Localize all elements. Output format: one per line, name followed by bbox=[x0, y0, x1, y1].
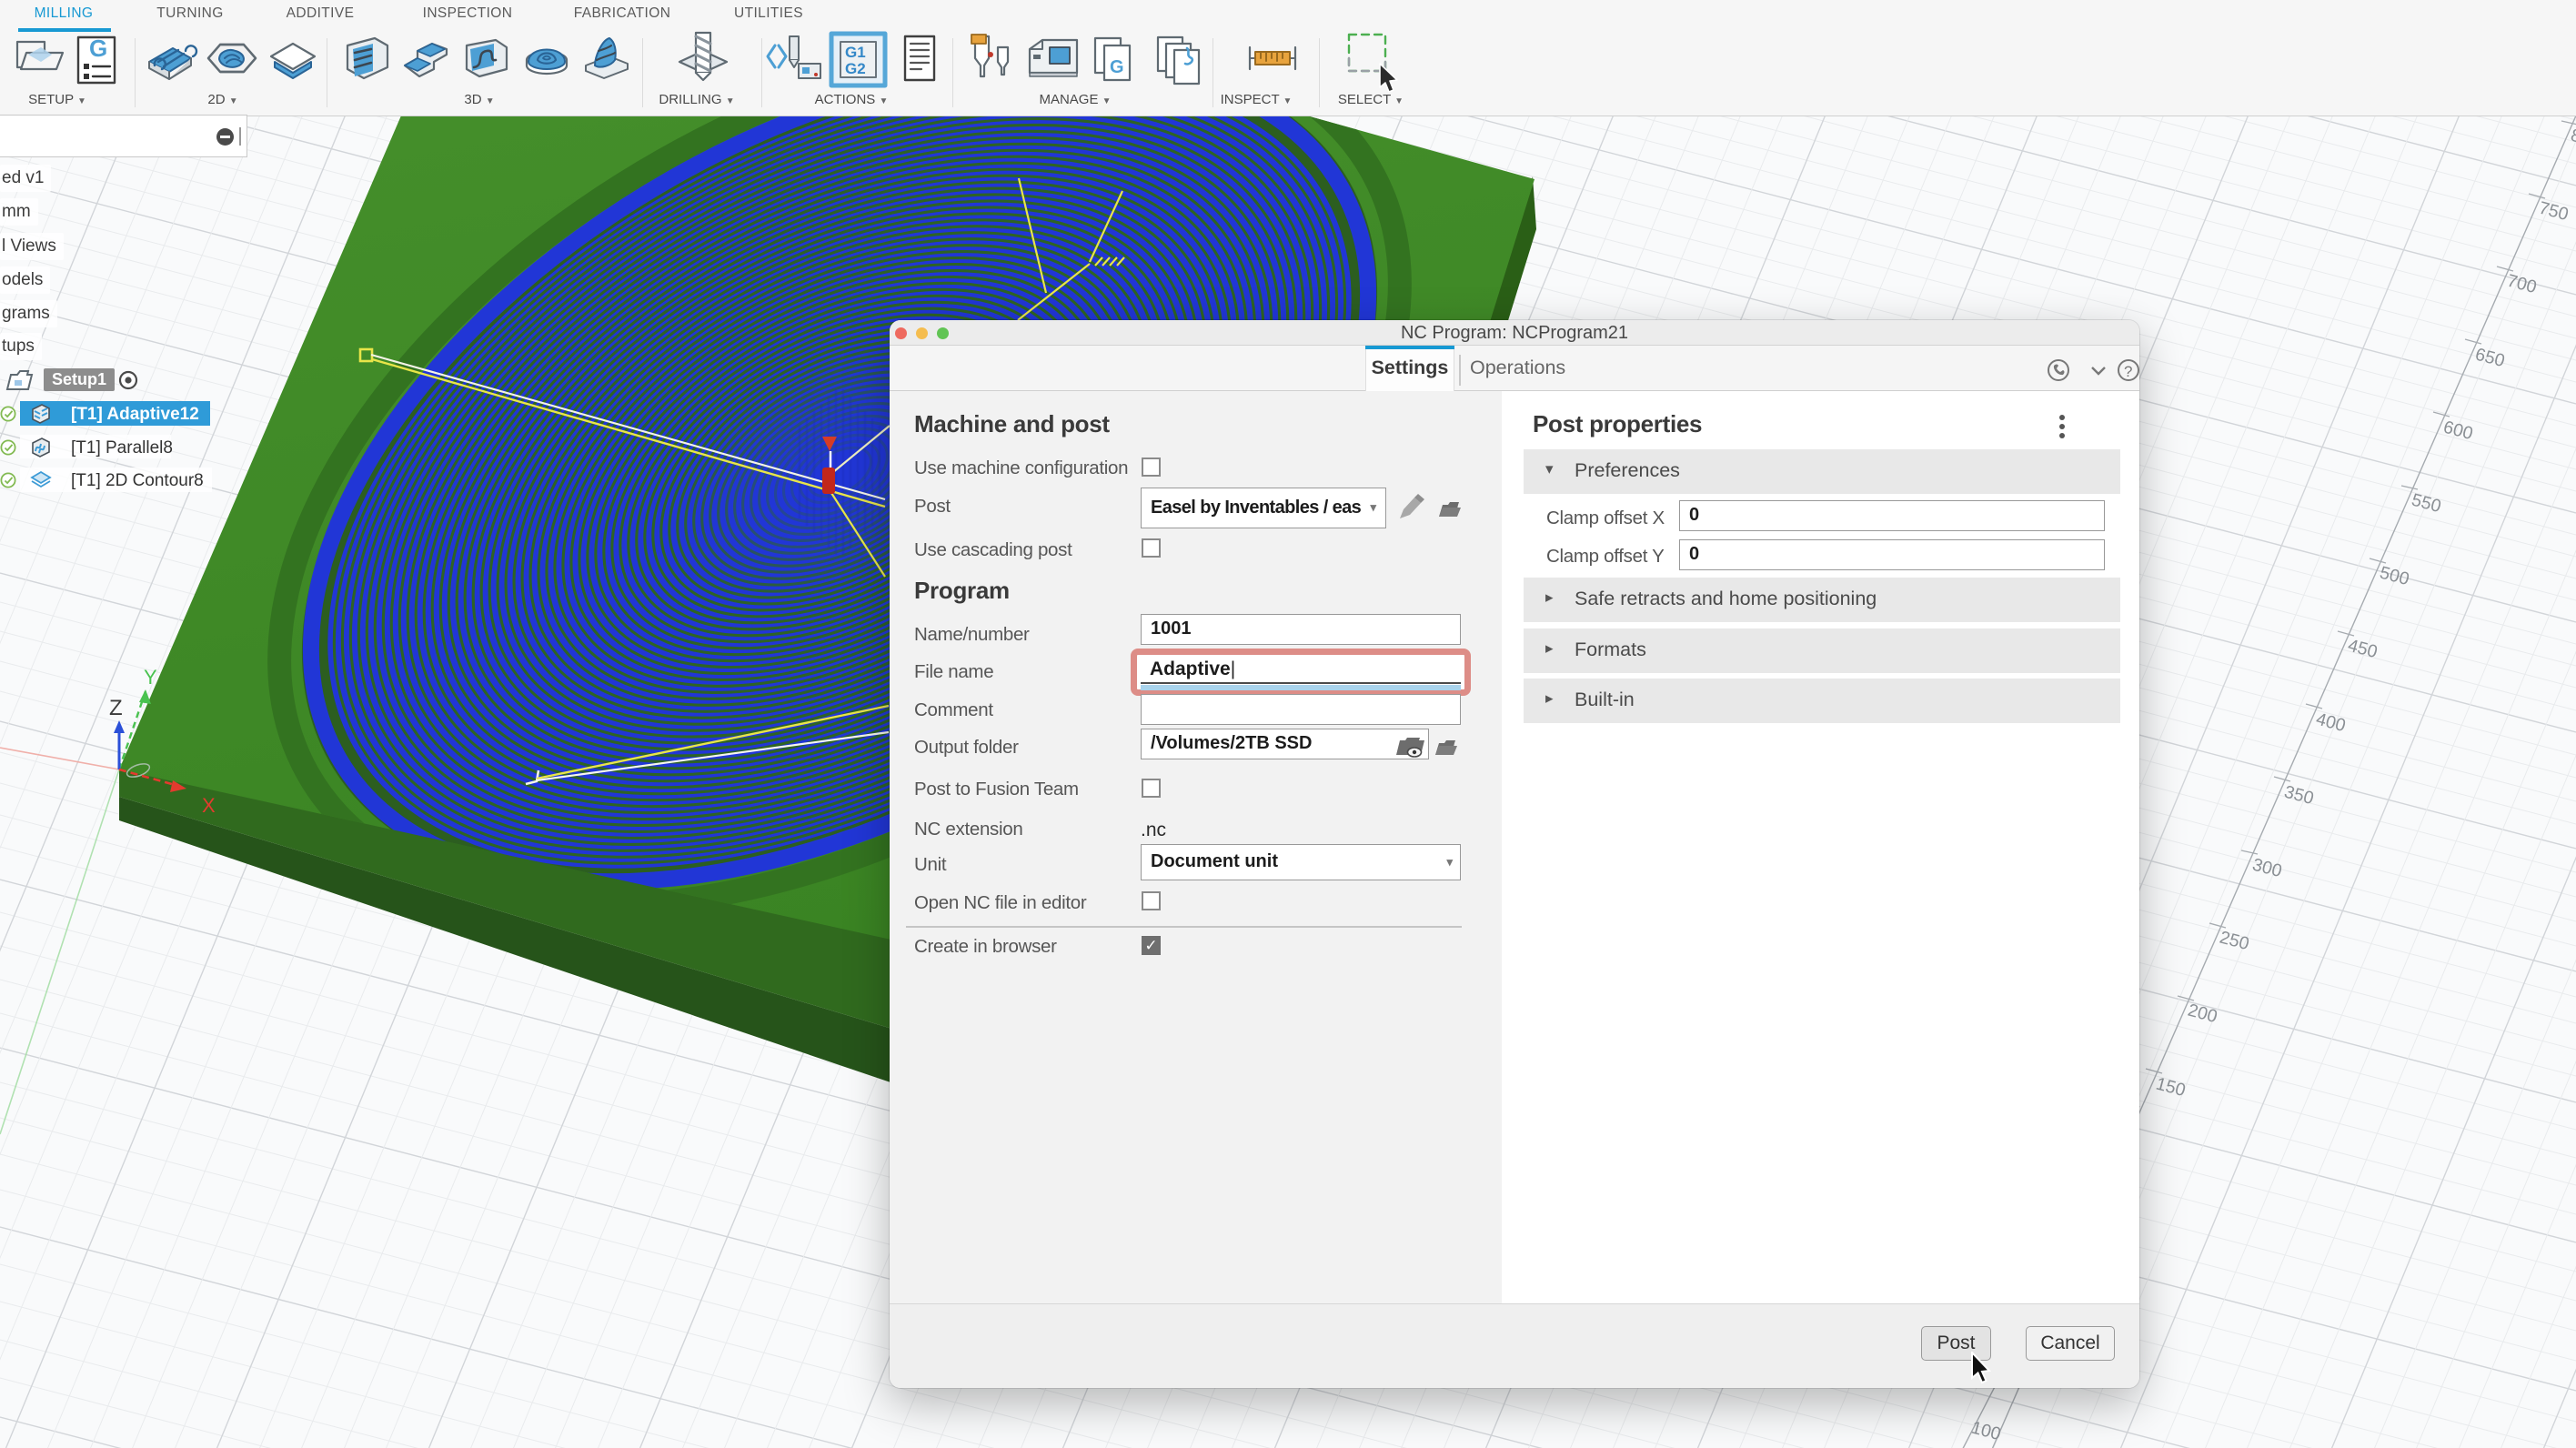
svg-text:Z: Z bbox=[109, 696, 123, 720]
svg-text:G: G bbox=[1110, 57, 1124, 77]
svg-text:?: ? bbox=[2124, 363, 2132, 380]
svg-text:G2: G2 bbox=[845, 60, 866, 77]
svg-text:X: X bbox=[202, 794, 216, 817]
svg-text:G1: G1 bbox=[845, 44, 866, 61]
svg-text:Y: Y bbox=[144, 666, 157, 689]
svg-text:G: G bbox=[89, 35, 107, 62]
